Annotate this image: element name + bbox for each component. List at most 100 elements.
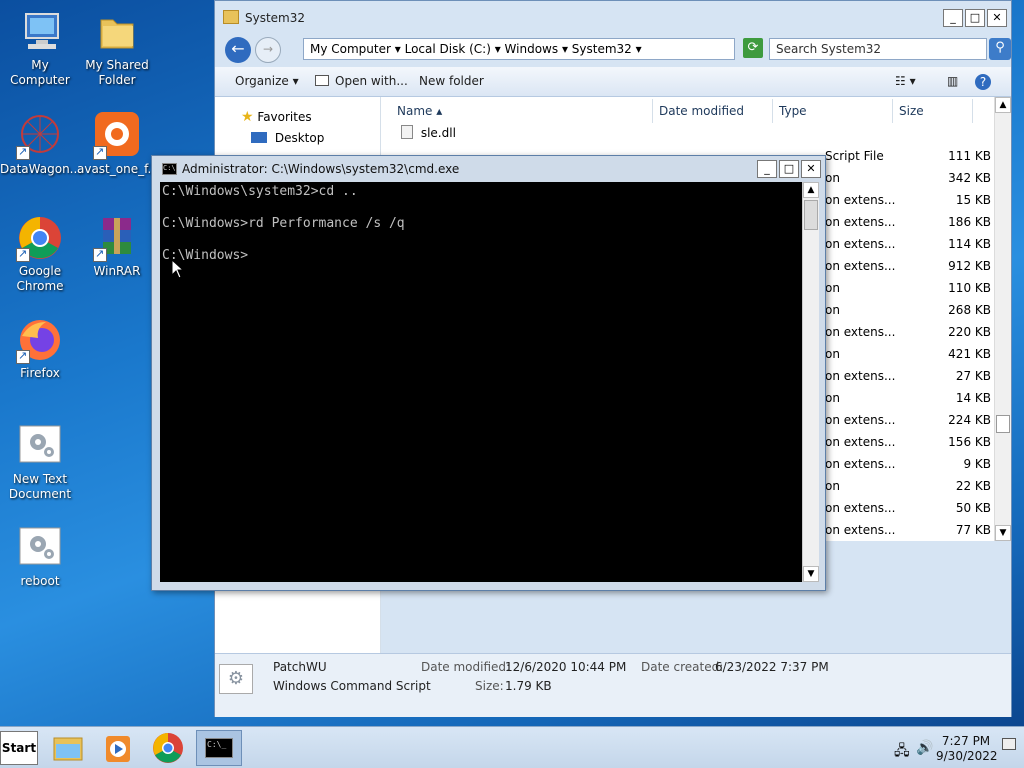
scroll-down-arrow[interactable]: ▼ (995, 525, 1011, 541)
table-row[interactable]: on 342 KB (821, 167, 991, 189)
shortcut-arrow-icon (16, 348, 30, 364)
table-row[interactable]: on extens... 27 KB (821, 365, 991, 387)
preview-pane-icon[interactable]: ▥ (947, 74, 958, 88)
minimize-button[interactable]: _ (943, 9, 963, 27)
desktop-icon (251, 132, 267, 143)
table-row[interactable]: on extens... 15 KB (821, 189, 991, 211)
row-size: 268 KB (948, 303, 991, 317)
desktop-icon-new-text-document[interactable]: New Text Document (0, 422, 80, 502)
clock[interactable]: 7:27 PM 9/30/2022 (936, 734, 998, 764)
breadcrumb-item[interactable]: System32 (572, 42, 632, 56)
network-icon[interactable]: 🖧 (894, 740, 910, 764)
table-row[interactable]: Script File 111 KB (821, 145, 991, 167)
search-input[interactable]: Search System32 (769, 38, 987, 60)
view-options-icon[interactable]: ☷ ▾ (895, 74, 916, 88)
column-header-date[interactable]: Date modified (653, 99, 773, 123)
scroll-down-arrow[interactable]: ▼ (803, 566, 819, 582)
maximize-button[interactable]: □ (965, 9, 985, 27)
desktop-icon-reboot[interactable]: reboot (0, 524, 80, 589)
organize-button[interactable]: Organize ▾ (235, 74, 299, 88)
row-type: on extens... (825, 501, 896, 515)
chrome-icon (16, 214, 64, 262)
new-folder-button[interactable]: New folder (419, 74, 484, 88)
table-row[interactable]: on extens... 114 KB (821, 233, 991, 255)
table-row[interactable]: on extens... 9 KB (821, 453, 991, 475)
minimize-button[interactable]: _ (757, 160, 777, 178)
taskbar-chrome-button[interactable] (148, 730, 188, 766)
table-row[interactable]: on extens... 156 KB (821, 431, 991, 453)
desktop-icon-avast[interactable]: avast_one_f... (77, 112, 159, 177)
desktop-icon-firefox[interactable]: Firefox (0, 316, 80, 381)
maximize-button[interactable]: □ (779, 160, 799, 178)
explorer-title: System32 (245, 11, 306, 25)
table-row[interactable]: on 14 KB (821, 387, 991, 409)
column-header-type[interactable]: Type (773, 99, 893, 123)
volume-icon[interactable]: 🔊 (916, 740, 933, 756)
forward-button[interactable]: → (255, 37, 281, 63)
search-icon[interactable]: ⚲ (989, 38, 1011, 60)
file-list-scrollbar[interactable]: ▲ ▼ (994, 97, 1011, 541)
close-button[interactable]: ✕ (987, 9, 1007, 27)
table-row[interactable]: on 421 KB (821, 343, 991, 365)
row-type: on extens... (825, 193, 896, 207)
console-output[interactable]: C:\Windows\system32>cd .. C:\Windows>rd … (160, 182, 810, 582)
open-with-icon (315, 75, 329, 86)
start-button[interactable]: Start (0, 731, 38, 765)
action-center-icon[interactable] (1002, 738, 1016, 750)
row-type: on (825, 479, 840, 493)
table-row[interactable]: on extens... 50 KB (821, 497, 991, 519)
scroll-thumb[interactable] (804, 200, 818, 230)
refresh-button[interactable]: ⟳ (743, 38, 763, 58)
table-row[interactable]: on extens... 912 KB (821, 255, 991, 277)
desktop-icon-winrar[interactable]: WinRAR (77, 214, 157, 279)
column-header-name[interactable]: Name ▴ (391, 99, 653, 123)
table-row[interactable]: on extens... 186 KB (821, 211, 991, 233)
table-row[interactable]: on extens... 220 KB (821, 321, 991, 343)
row-size: 186 KB (948, 215, 991, 229)
table-row[interactable]: on 110 KB (821, 277, 991, 299)
taskbar-cmd-button[interactable]: C:\_ (196, 730, 242, 766)
table-row[interactable]: on extens... 77 KB (821, 519, 991, 541)
close-button[interactable]: ✕ (801, 160, 821, 178)
desktop-icon-datawagon[interactable]: DataWagon... (0, 112, 81, 177)
scroll-up-arrow[interactable]: ▲ (803, 182, 819, 198)
desktop-icon-shared-folder[interactable]: My Shared Folder (77, 8, 157, 88)
clock-time: 7:27 PM (941, 734, 991, 748)
help-icon[interactable]: ? (975, 74, 991, 90)
details-file-type: Windows Command Script (273, 679, 431, 693)
cmd-icon: C:\_ (205, 738, 233, 758)
taskbar-media-player-button[interactable] (98, 730, 138, 766)
desktop-icon-label: Firefox (20, 366, 60, 380)
file-row[interactable]: sle.dll (401, 125, 456, 140)
scroll-up-arrow[interactable]: ▲ (995, 97, 1011, 113)
row-size: 114 KB (948, 237, 991, 251)
open-with-button[interactable]: Open with... (315, 74, 408, 88)
row-type: on (825, 281, 840, 295)
breadcrumb-item[interactable]: Windows (505, 42, 559, 56)
cmd-scrollbar[interactable]: ▲ ▼ (802, 182, 819, 582)
breadcrumb[interactable]: My Computer ▾ Local Disk (C:) ▾ Windows … (303, 38, 735, 60)
row-size: 50 KB (955, 501, 991, 515)
row-type: on extens... (825, 413, 896, 427)
cmd-titlebar[interactable]: C:\ Administrator: C:\Windows\system32\c… (152, 156, 825, 182)
desktop-icon-label: avast_one_f... (77, 162, 159, 176)
taskbar-explorer-button[interactable] (48, 730, 88, 766)
nav-item-desktop[interactable]: Desktop (251, 131, 324, 145)
explorer-titlebar[interactable]: System32 _ □ ✕ (215, 1, 1011, 37)
details-pane: ⚙ PatchWU Windows Command Script Date mo… (215, 653, 1011, 717)
folder-icon (93, 8, 141, 56)
table-row[interactable]: on 268 KB (821, 299, 991, 321)
nav-item-favorites[interactable]: ★ Favorites (241, 109, 312, 125)
back-button[interactable]: ← (225, 37, 251, 63)
breadcrumb-item[interactable]: Local Disk (C:) (405, 42, 491, 56)
desktop-icon-my-computer[interactable]: My Computer (0, 8, 80, 88)
scroll-thumb[interactable] (996, 415, 1010, 433)
system-tray: 🖧 🔊 7:27 PM 9/30/2022 (886, 730, 1022, 766)
shortcut-arrow-icon (16, 246, 30, 262)
column-label: Name (397, 104, 433, 118)
column-header-size[interactable]: Size (893, 99, 973, 123)
table-row[interactable]: on 22 KB (821, 475, 991, 497)
desktop-icon-chrome[interactable]: Google Chrome (0, 214, 80, 294)
breadcrumb-item[interactable]: My Computer (310, 42, 391, 56)
table-row[interactable]: on extens... 224 KB (821, 409, 991, 431)
